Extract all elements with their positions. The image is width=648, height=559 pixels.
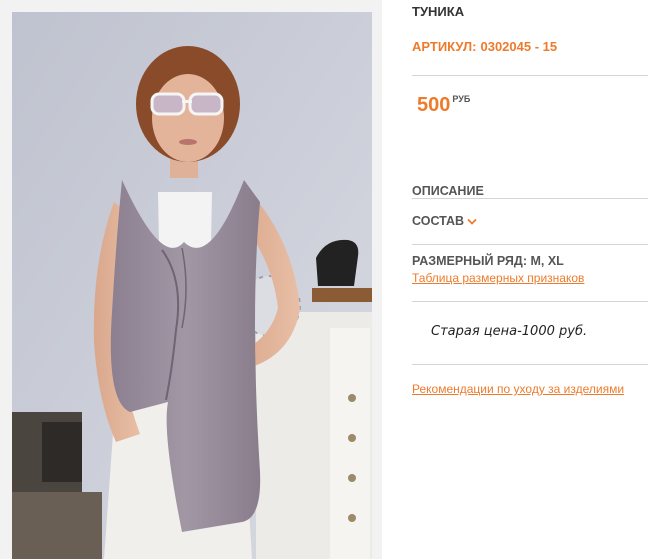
size-table-link[interactable]: Таблица размерных признаков	[412, 271, 584, 285]
product-photo-illustration	[12, 12, 372, 559]
product-title: ТУНИКА	[412, 4, 465, 19]
size-range-value: M, XL	[530, 254, 564, 268]
price-value: 500	[417, 94, 451, 116]
chevron-down-icon	[467, 215, 477, 229]
divider	[412, 198, 648, 199]
composition-label: СОСТАВ	[412, 214, 465, 228]
divider	[412, 75, 648, 76]
product-sku: АРТИКУЛ: 0302045 - 15	[412, 39, 557, 54]
product-price: 500 РУБ	[417, 94, 470, 117]
divider	[412, 364, 648, 365]
old-price: Старая цена-1000 руб.	[431, 324, 588, 339]
product-image-frame	[0, 0, 382, 559]
price-currency: РУБ	[452, 94, 471, 104]
product-photo[interactable]	[12, 12, 372, 559]
sku-label: АРТИКУЛ:	[412, 39, 477, 54]
sku-value: 0302045 - 15	[480, 39, 558, 54]
size-range: РАЗМЕРНЫЙ РЯД: M, XL	[412, 254, 564, 268]
composition-toggle[interactable]: СОСТАВ	[412, 214, 477, 229]
divider	[412, 244, 648, 245]
size-range-label: РАЗМЕРНЫЙ РЯД:	[412, 254, 527, 268]
care-instructions-link[interactable]: Рекомендации по уходу за изделиями	[412, 382, 624, 396]
divider	[412, 301, 648, 302]
description-label[interactable]: ОПИСАНИЕ	[412, 184, 484, 198]
